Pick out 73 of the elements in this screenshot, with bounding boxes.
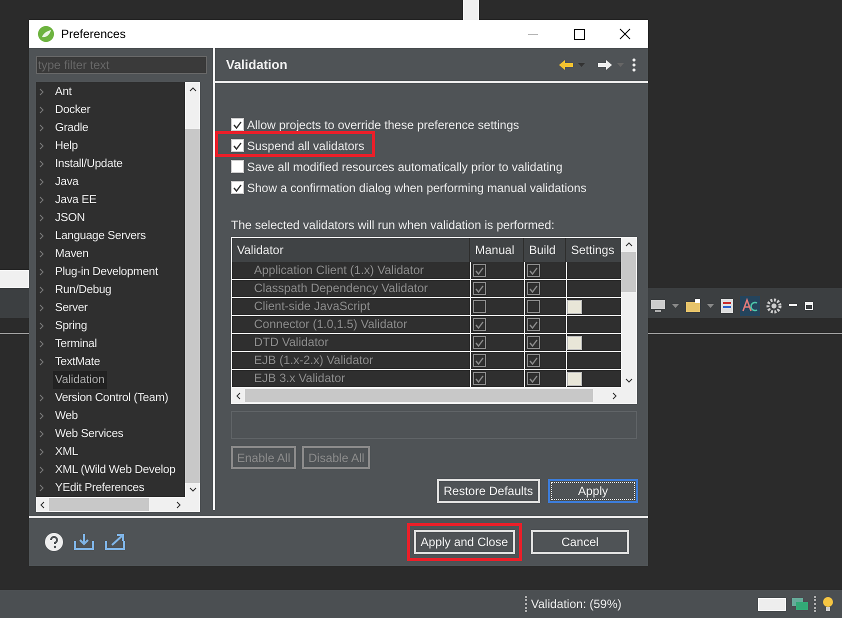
help-icon[interactable] <box>44 532 64 552</box>
tree-item[interactable]: XML (Wild Web Develop <box>53 461 178 479</box>
tree-item[interactable]: Plug-in Development <box>53 263 160 281</box>
checkbox[interactable] <box>231 181 244 194</box>
tree-item[interactable]: YEdit Preferences <box>53 479 146 497</box>
page-title: Validation <box>226 56 288 74</box>
checkbox[interactable] <box>231 118 244 131</box>
tree-item[interactable]: Install/Update <box>53 155 125 173</box>
table-cell-text: Connector (1.0,1.5) Validator <box>253 316 408 333</box>
tree-item[interactable]: Version Control (Team) <box>53 389 170 407</box>
table-cell-text: Application Client (1.x) Validator <box>253 262 425 279</box>
status-text: Validation: (59%) <box>531 596 622 613</box>
tree-item[interactable]: TextMate <box>53 353 102 371</box>
dropdown-icon[interactable] <box>707 304 714 308</box>
table-cell-text: EJB 3.x Validator <box>253 370 346 387</box>
document-icon[interactable] <box>720 298 734 314</box>
option-label: Allow projects to override these preference settings <box>247 116 520 134</box>
option-label: Show a confirmation dialog when performing manual validations <box>247 180 587 196</box>
lightbulb-icon[interactable] <box>822 596 834 612</box>
scrollbar-thumb <box>463 0 479 20</box>
import-icon[interactable] <box>73 533 95 551</box>
progress-box <box>758 598 786 610</box>
dialog-button[interactable]: Cancel <box>531 530 629 554</box>
tree-item[interactable]: Docker <box>53 101 92 119</box>
tree-item[interactable]: Run/Debug <box>53 281 114 299</box>
tree-item[interactable]: JSON <box>53 209 87 227</box>
tree-item[interactable]: Validation <box>53 371 107 389</box>
dropdown-icon[interactable] <box>672 304 679 308</box>
tree-item[interactable]: Web Services <box>53 425 126 443</box>
tree-item[interactable]: XML <box>53 443 80 461</box>
tree-item[interactable]: Gradle <box>53 119 90 137</box>
more-menu-icon[interactable] <box>632 58 636 72</box>
table-caption: The selected validators will run when validation is performed: <box>231 217 556 233</box>
tree-item[interactable]: Web <box>53 407 80 425</box>
option-label: Save all modified resources automatically prior to validating <box>247 158 562 176</box>
dialog-button[interactable]: Apply and Close <box>414 530 515 554</box>
leaf-logo-icon <box>37 25 55 43</box>
checkbox[interactable] <box>231 160 244 173</box>
table-cell-text: Client-side JavaScript <box>253 298 372 315</box>
back-arrow-icon[interactable] <box>558 58 574 70</box>
tree-item[interactable]: Java EE <box>53 191 98 209</box>
page-button[interactable]: Restore Defaults <box>436 479 540 503</box>
tree-item[interactable]: Java <box>53 173 80 191</box>
page-button[interactable]: Apply <box>548 479 638 503</box>
window-title: Preferences <box>61 26 126 43</box>
scroll-right-icon[interactable] <box>176 500 181 508</box>
tree-item[interactable]: Server <box>53 299 90 317</box>
tree-item[interactable]: Language Servers <box>53 227 148 245</box>
tree-item[interactable]: Maven <box>53 245 91 263</box>
vertical-scrollbar[interactable] <box>185 82 200 497</box>
scroll-up-icon[interactable] <box>188 87 196 92</box>
checkbox[interactable] <box>231 139 244 152</box>
table-action-button: Enable All <box>231 446 296 469</box>
horizontal-scrollbar[interactable] <box>36 497 200 512</box>
tree-item[interactable]: Terminal <box>53 335 99 353</box>
maximize-icon[interactable] <box>804 301 814 311</box>
scroll-left-icon[interactable] <box>40 500 45 508</box>
folder-icon[interactable] <box>685 299 701 313</box>
table-cell-text: DTD Validator <box>253 334 330 351</box>
table-action-button: Disable All <box>302 446 370 469</box>
forward-arrow-icon[interactable] <box>597 58 613 70</box>
option-label: Suspend all validators <box>247 138 364 154</box>
monitor-icon[interactable] <box>650 299 666 313</box>
export-icon[interactable] <box>104 533 126 551</box>
settings-icon[interactable] <box>766 298 782 314</box>
tree-item[interactable]: Spring <box>53 317 90 335</box>
windows-icon[interactable] <box>792 598 808 610</box>
table-cell-text: Classpath Dependency Validator <box>253 280 429 297</box>
table-cell-text: EJB (1.x-2.x) Validator <box>253 352 374 369</box>
tree-item[interactable]: Ant <box>53 83 74 101</box>
scroll-down-icon[interactable] <box>188 487 196 492</box>
spelling-icon[interactable] <box>740 296 760 316</box>
tree-item[interactable]: Help <box>53 137 80 155</box>
